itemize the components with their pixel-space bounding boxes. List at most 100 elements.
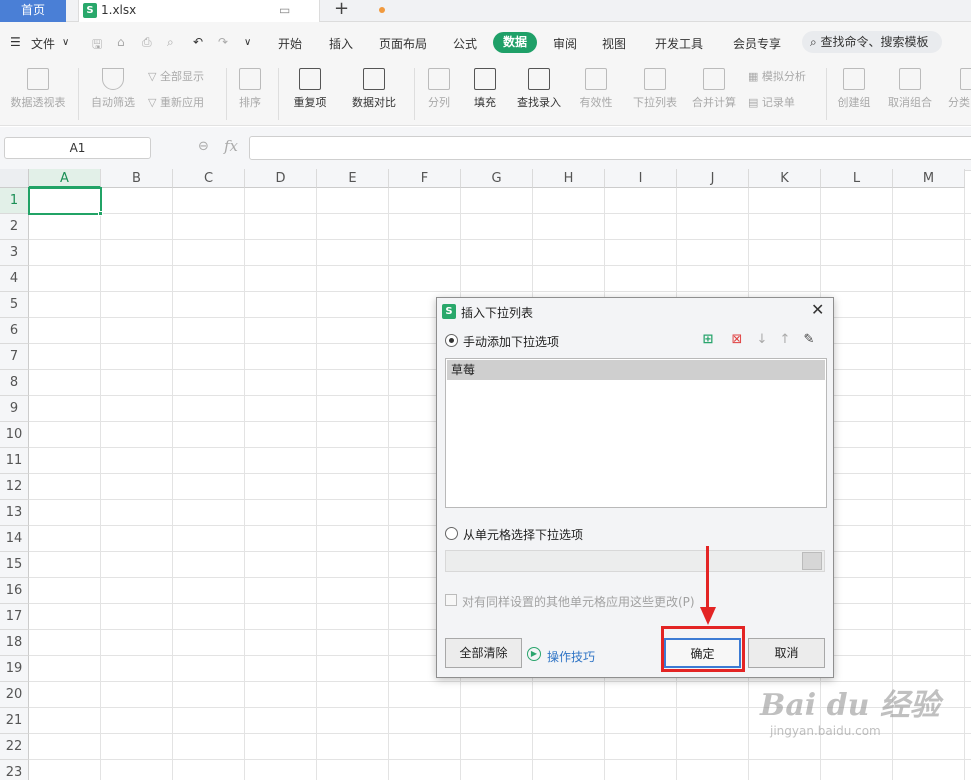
row-header-20[interactable]: 20 <box>0 682 29 708</box>
row-header-3[interactable]: 3 <box>0 240 29 266</box>
range-select-icon[interactable] <box>802 552 822 570</box>
save-icon[interactable]: 🖫 <box>92 35 102 56</box>
menu-formula[interactable]: 公式 <box>453 35 477 52</box>
column-header-d[interactable]: D <box>245 169 317 188</box>
row-header-19[interactable]: 19 <box>0 656 29 682</box>
list-item[interactable]: 草莓 <box>447 360 825 380</box>
delete-item-icon[interactable]: ⊠ <box>729 332 745 348</box>
menu-developer[interactable]: 开发工具 <box>655 35 703 52</box>
column-header-l[interactable]: L <box>821 169 893 188</box>
active-cell-a1[interactable] <box>28 187 102 215</box>
row-header-12[interactable]: 12 <box>0 474 29 500</box>
column-header-k[interactable]: K <box>749 169 821 188</box>
row-header-2[interactable]: 2 <box>0 214 29 240</box>
tips-link[interactable]: 操作技巧 <box>547 648 595 665</box>
select-all-corner[interactable] <box>0 169 29 188</box>
row-header-23[interactable]: 23 <box>0 760 29 780</box>
row-header-21[interactable]: 21 <box>0 708 29 734</box>
redo-icon[interactable]: ↷ <box>218 35 228 49</box>
tab-home[interactable]: 首页 <box>0 0 66 22</box>
menu-data[interactable]: 数据 <box>493 32 537 53</box>
row-header-14[interactable]: 14 <box>0 526 29 552</box>
hamburger-icon[interactable]: ☰ <box>10 35 21 49</box>
new-tab-button[interactable]: + <box>334 0 349 19</box>
fill-button[interactable]: 填充 <box>466 68 504 110</box>
print-icon[interactable]: ⎙ <box>142 35 152 50</box>
column-header-f[interactable]: F <box>389 169 461 188</box>
command-search[interactable]: ⌕ 查找命令、搜索模板 <box>802 31 942 53</box>
row-header-5[interactable]: 5 <box>0 292 29 318</box>
menu-review[interactable]: 审阅 <box>553 35 577 52</box>
duplicates-button[interactable]: 重复项 <box>286 68 334 110</box>
menu-start[interactable]: 开始 <box>278 35 302 52</box>
row-header-1[interactable]: 1 <box>0 188 29 214</box>
row-header-13[interactable]: 13 <box>0 500 29 526</box>
apply-all-checkbox[interactable] <box>445 594 457 606</box>
row-header-4[interactable]: 4 <box>0 266 29 292</box>
row-header-10[interactable]: 10 <box>0 422 29 448</box>
column-header-m[interactable]: M <box>893 169 965 188</box>
move-up-icon[interactable]: ↑ <box>777 332 793 348</box>
column-header-b[interactable]: B <box>101 169 173 188</box>
row-header-6[interactable]: 6 <box>0 318 29 344</box>
menu-page-layout[interactable]: 页面布局 <box>379 35 427 52</box>
column-header-a[interactable]: A <box>29 169 101 188</box>
fx-icon[interactable]: fx <box>224 137 238 155</box>
fill-handle[interactable] <box>98 211 103 216</box>
dropdown-items-list[interactable]: 草莓 <box>445 358 827 508</box>
tab-file[interactable]: S 1.xlsx ▭ <box>78 0 385 22</box>
move-down-icon[interactable]: ↓ <box>754 332 770 348</box>
merge-calc-button[interactable]: 合并计算 <box>688 68 740 110</box>
row-header-11[interactable]: 11 <box>0 448 29 474</box>
cancel-button[interactable]: 取消 <box>748 638 825 668</box>
validity-button[interactable]: 有效性 <box>572 68 620 110</box>
play-icon[interactable]: ▶ <box>527 647 541 661</box>
auto-filter-button[interactable]: 自动筛选 <box>86 68 140 110</box>
add-item-icon[interactable]: ⊞ <box>700 332 716 348</box>
more-chevron-icon[interactable]: ∨ <box>244 37 251 48</box>
split-column-button[interactable]: 分列 <box>420 68 458 110</box>
menu-insert[interactable]: 插入 <box>329 35 353 52</box>
name-box[interactable]: A1 <box>4 137 151 159</box>
sort-button[interactable]: 排序 <box>232 68 268 110</box>
ungroup-button[interactable]: 取消组合 <box>882 68 938 110</box>
show-all-button[interactable]: ▽ 全部显示 <box>148 68 204 84</box>
print-preview-icon[interactable]: ⌕ <box>167 35 174 50</box>
row-header-15[interactable]: 15 <box>0 552 29 578</box>
formula-input[interactable] <box>249 136 971 160</box>
row-header-7[interactable]: 7 <box>0 344 29 370</box>
manual-option-radio[interactable] <box>445 334 458 347</box>
cell-range-input[interactable] <box>445 550 825 572</box>
create-group-button[interactable]: 创建组 <box>834 68 874 110</box>
edit-icon[interactable]: ✎ <box>801 332 817 348</box>
column-header-i[interactable]: I <box>605 169 677 188</box>
chevron-down-icon[interactable]: ∨ <box>62 37 69 48</box>
undo-icon[interactable]: ↶ <box>193 35 203 49</box>
data-compare-button[interactable]: 数据对比 <box>344 68 404 110</box>
row-header-18[interactable]: 18 <box>0 630 29 656</box>
menu-view[interactable]: 视图 <box>602 35 626 52</box>
close-icon[interactable]: ✕ <box>811 300 824 319</box>
row-header-8[interactable]: 8 <box>0 370 29 396</box>
menu-member[interactable]: 会员专享 <box>733 35 781 52</box>
subtotal-button[interactable]: 分类 <box>948 68 971 110</box>
column-header-h[interactable]: H <box>533 169 605 188</box>
format-painter-icon[interactable]: ⌂ <box>117 35 125 49</box>
cell-option-radio[interactable] <box>445 527 458 540</box>
column-header-e[interactable]: E <box>317 169 389 188</box>
clear-all-button[interactable]: 全部清除 <box>445 638 522 668</box>
column-header-g[interactable]: G <box>461 169 533 188</box>
monitor-icon[interactable]: ▭ <box>279 3 290 17</box>
reapply-button[interactable]: ▽ 重新应用 <box>148 94 204 110</box>
simulate-analysis-button[interactable]: ▦ 模拟分析 <box>748 68 806 84</box>
lookup-entry-button[interactable]: 查找录入 <box>512 68 566 110</box>
menu-file[interactable]: 文件 <box>31 35 55 52</box>
row-header-9[interactable]: 9 <box>0 396 29 422</box>
column-header-j[interactable]: J <box>677 169 749 188</box>
zoom-icon[interactable]: ⊖ <box>198 139 209 154</box>
row-header-16[interactable]: 16 <box>0 578 29 604</box>
dropdown-list-button[interactable]: 下拉列表 <box>628 68 682 110</box>
record-sheet-button[interactable]: ▤ 记录单 <box>748 94 795 110</box>
row-header-22[interactable]: 22 <box>0 734 29 760</box>
pivot-table-button[interactable]: 数据透视表 <box>6 68 70 110</box>
